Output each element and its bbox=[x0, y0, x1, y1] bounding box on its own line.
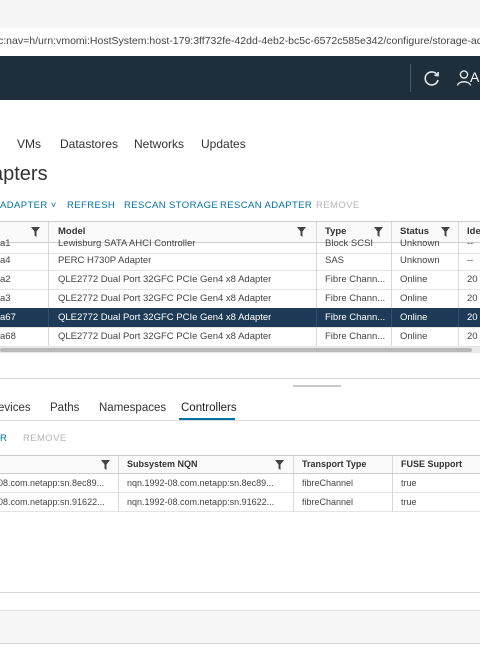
browser-top-bar bbox=[0, 0, 480, 29]
tab-devices[interactable]: evices bbox=[0, 402, 31, 414]
adapter-type: Fibre Chann... bbox=[325, 293, 386, 304]
adapter-name: a2 bbox=[0, 274, 11, 285]
splitter-handle[interactable] bbox=[293, 385, 341, 387]
active-tab-indicator bbox=[179, 418, 235, 420]
tab-vms[interactable]: VMs bbox=[17, 137, 41, 151]
table-row[interactable]: a3 QLE2772 Dual Port 32GFC PCIe Gen4 x8 … bbox=[0, 289, 480, 309]
tab-networks[interactable]: Networks bbox=[134, 137, 184, 151]
adapter-model: QLE2772 Dual Port 32GFC PCIe Gen4 x8 Ada… bbox=[58, 293, 272, 304]
table-row[interactable]: a2 QLE2772 Dual Port 32GFC PCIe Gen4 x8 … bbox=[0, 270, 480, 290]
adapter-identifier: -- bbox=[467, 255, 474, 266]
address-url[interactable]: c:nav=h/urn:vmomi:HostSystem:host-179:3f… bbox=[0, 35, 480, 53]
table-row[interactable]: a4 PERC H730P Adapter SAS Unknown -- bbox=[0, 251, 480, 271]
tab-namespaces[interactable]: Namespaces bbox=[99, 402, 166, 414]
table-row[interactable]: 08.com.netapp:sn.8ec89... nqn.1992-08.co… bbox=[0, 474, 480, 493]
refresh-button[interactable]: REFRESH bbox=[67, 200, 115, 211]
column-divider[interactable] bbox=[293, 456, 294, 473]
filter-icon[interactable] bbox=[101, 460, 110, 470]
adapter-status: Online bbox=[400, 312, 428, 323]
add-controller-button[interactable]: R bbox=[0, 433, 7, 444]
tab-divider bbox=[0, 420, 480, 421]
adapter-identifier: 20 bbox=[467, 331, 478, 342]
controller-fuse: true bbox=[401, 497, 417, 507]
adapter-type: Fibre Chann... bbox=[325, 312, 386, 323]
table-row[interactable]: a68 QLE2772 Dual Port 32GFC PCIe Gen4 x8… bbox=[0, 327, 480, 347]
divider bbox=[0, 643, 480, 644]
adapter-type: SAS bbox=[325, 255, 345, 266]
controller-transport: fibreChannel bbox=[302, 497, 354, 507]
adapter-identifier: 20 bbox=[467, 293, 478, 304]
adapter-status: Online bbox=[400, 331, 428, 342]
adapter-model: QLE2772 Dual Port 32GFC PCIe Gen4 x8 Ada… bbox=[58, 312, 272, 323]
controller-nqn: nqn.1992-08.com.netapp:sn.8ec89... bbox=[127, 478, 274, 488]
remove-controller-button: REMOVE bbox=[23, 433, 67, 444]
table-row[interactable]: 08.com.netapp:sn.91622... nqn.1992-08.co… bbox=[0, 493, 480, 512]
adapter-name: a4 bbox=[0, 255, 11, 266]
adapter-identifier: 20 bbox=[467, 312, 478, 323]
controller-name: 08.com.netapp:sn.8ec89... bbox=[0, 478, 105, 488]
adapter-status: Online bbox=[400, 293, 428, 304]
column-header-fuse-support[interactable]: FUSE Support bbox=[401, 456, 462, 473]
user-name[interactable]: A bbox=[470, 69, 479, 85]
tab-datastores[interactable]: Datastores bbox=[60, 137, 118, 151]
controllers-grid: Subsystem NQN Transport Type FUSE Suppor… bbox=[0, 455, 480, 512]
adapter-model: QLE2772 Dual Port 32GFC PCIe Gen4 x8 Ada… bbox=[58, 331, 272, 342]
column-divider[interactable] bbox=[118, 456, 119, 473]
tab-updates[interactable]: Updates bbox=[201, 137, 246, 151]
page-title: apters bbox=[0, 163, 48, 185]
controller-nqn: nqn.1992-08.com.netapp:sn.91622... bbox=[127, 497, 275, 507]
adapter-name: a68 bbox=[0, 331, 16, 342]
rescan-adapter-button[interactable]: RESCAN ADAPTER bbox=[220, 200, 312, 211]
adapter-status: Online bbox=[400, 274, 428, 285]
column-header-subsystem-nqn[interactable]: Subsystem NQN bbox=[127, 456, 198, 473]
tab-controllers[interactable]: Controllers bbox=[181, 402, 237, 414]
controller-name: 08.com.netapp:sn.91622... bbox=[0, 497, 105, 507]
add-adapter-button[interactable]: ADAPTER ˅ bbox=[0, 200, 57, 211]
scrollbar-thumb[interactable] bbox=[0, 348, 472, 352]
adapter-name: a3 bbox=[0, 293, 11, 304]
adapter-identifier: 20 bbox=[467, 274, 478, 285]
recent-tasks-bar bbox=[0, 610, 480, 644]
divider bbox=[0, 592, 480, 593]
pane-splitter bbox=[0, 378, 480, 379]
table-row-selected[interactable]: a67 QLE2772 Dual Port 32GFC PCIe Gen4 x8… bbox=[0, 308, 480, 328]
app-header bbox=[0, 56, 480, 100]
controller-fuse: true bbox=[401, 478, 417, 488]
adapter-model: QLE2772 Dual Port 32GFC PCIe Gen4 x8 Ada… bbox=[58, 274, 272, 285]
adapter-type: Fibre Chann... bbox=[325, 331, 386, 342]
refresh-icon[interactable] bbox=[422, 68, 442, 88]
remove-adapter-button: REMOVE bbox=[316, 200, 360, 211]
grid-header: Subsystem NQN Transport Type FUSE Suppor… bbox=[0, 456, 480, 474]
storage-adapters-grid: Model Type Status Ide a1 Lewisburg SATA … bbox=[0, 221, 480, 349]
adapter-type: Fibre Chann... bbox=[325, 274, 386, 285]
header-divider bbox=[410, 64, 411, 92]
adapter-name: a67 bbox=[0, 312, 16, 323]
rescan-storage-button[interactable]: RESCAN STORAGE bbox=[124, 200, 218, 211]
tab-paths[interactable]: Paths bbox=[50, 402, 79, 414]
adapter-status: Unknown bbox=[400, 255, 440, 266]
column-divider[interactable] bbox=[392, 456, 393, 473]
filter-icon[interactable] bbox=[275, 460, 284, 470]
adapter-model: PERC H730P Adapter bbox=[58, 255, 152, 266]
controller-transport: fibreChannel bbox=[302, 478, 354, 488]
column-header-transport-type[interactable]: Transport Type bbox=[302, 456, 366, 473]
